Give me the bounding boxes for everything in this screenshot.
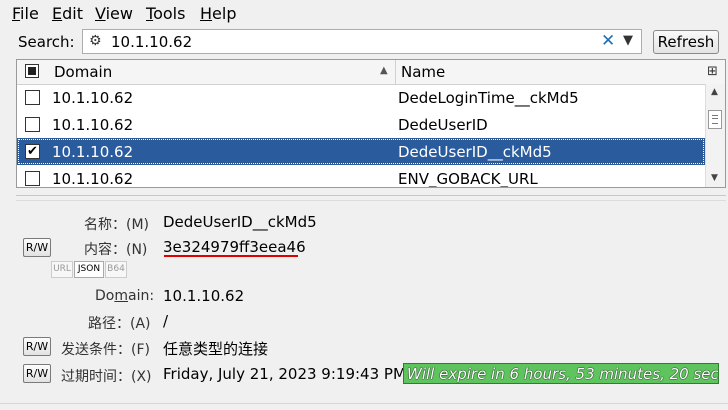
url-format-button[interactable]: URL	[51, 261, 73, 278]
search-box[interactable]: ⚙ ✕ ▼	[82, 29, 642, 54]
row-name: DedeLoginTime__ckMd5	[398, 89, 579, 107]
table-row[interactable]: 10.1.10.62 ENV_GOBACK_URL	[17, 165, 705, 188]
send-condition-value[interactable]: 任意类型的连接	[163, 338, 268, 359]
select-all-checkbox[interactable]	[25, 64, 39, 78]
domain-value[interactable]: 10.1.10.62	[163, 287, 244, 305]
table-header: Domain ▲ Name ⊞	[17, 60, 725, 85]
row-checkbox[interactable]	[25, 117, 40, 132]
row-domain: 10.1.10.62	[52, 89, 134, 107]
menu-edit[interactable]: Edit	[52, 4, 83, 23]
table-row-selected[interactable]: ✔ 10.1.10.62 DedeUserID__ckMd5	[17, 138, 705, 165]
vertical-scrollbar[interactable]: ▲ ▼	[705, 84, 725, 187]
sort-ascending-icon: ▲	[380, 65, 388, 76]
row-domain: 10.1.10.62	[52, 143, 134, 161]
expire-rw-button[interactable]: R/W	[23, 364, 51, 383]
domain-field-label: Domain:	[95, 288, 155, 304]
cookie-table: Domain ▲ Name ⊞ 10.1.10.62 DedeLoginTime…	[16, 59, 726, 188]
menu-tools[interactable]: Tools	[146, 4, 185, 23]
path-field-label: 路径：(A)	[88, 316, 151, 332]
row-domain: 10.1.10.62	[52, 116, 134, 134]
column-header-name[interactable]: Name	[401, 63, 445, 81]
column-header-domain[interactable]: Domain	[54, 63, 112, 81]
chevron-down-icon[interactable]: ▼	[623, 33, 633, 48]
menu-help[interactable]: Help	[200, 4, 236, 23]
expiry-status-badge: Will expire in 6 hours, 53 minutes, 20 s…	[403, 363, 719, 384]
menu-view[interactable]: View	[95, 4, 133, 23]
scroll-down-icon[interactable]: ▼	[711, 173, 718, 183]
json-format-button[interactable]: JSON	[74, 261, 104, 278]
row-name: ENV_GOBACK_URL	[398, 170, 538, 188]
search-input[interactable]	[111, 31, 571, 52]
path-value[interactable]: /	[163, 312, 168, 330]
row-name: DedeUserID	[398, 116, 488, 134]
red-underline-annotation	[164, 255, 298, 257]
menu-file[interactable]: File	[12, 4, 39, 23]
table-row[interactable]: 10.1.10.62 DedeLoginTime__ckMd5	[17, 84, 705, 111]
scroll-thumb[interactable]	[708, 110, 722, 129]
send-condition-rw-button[interactable]: R/W	[23, 337, 51, 356]
scroll-up-icon[interactable]: ▲	[711, 87, 718, 97]
row-domain: 10.1.10.62	[52, 170, 134, 188]
pane-splitter[interactable]	[16, 195, 726, 196]
row-checkbox-checked[interactable]: ✔	[25, 144, 40, 159]
row-checkbox[interactable]	[25, 90, 40, 105]
name-value[interactable]: DedeUserID__ckMd5	[163, 213, 317, 231]
content-rw-button[interactable]: R/W	[23, 238, 51, 257]
content-value[interactable]: 3e324979ff3eea46	[163, 238, 306, 256]
divider	[16, 200, 726, 201]
row-checkbox[interactable]	[25, 171, 40, 186]
b64-format-button[interactable]: B64	[105, 261, 127, 278]
row-name: DedeUserID__ckMd5	[398, 143, 552, 161]
refresh-button[interactable]: Refresh	[653, 30, 719, 54]
expire-label: 过期时间：(X)	[61, 369, 152, 385]
table-row[interactable]: 10.1.10.62 DedeUserID	[17, 111, 705, 138]
filter-options-icon[interactable]: ⚙	[89, 33, 102, 49]
menu-bar: File Edit View Tools Help	[0, 0, 728, 28]
column-divider[interactable]	[395, 60, 396, 84]
search-label: Search:	[18, 33, 75, 51]
clear-search-icon[interactable]: ✕	[601, 31, 615, 51]
send-condition-label: 发送条件：(F)	[61, 342, 150, 358]
expire-value[interactable]: Friday, July 21, 2023 9:19:43 PM	[163, 365, 406, 383]
name-field-label: 名称：(M)	[84, 217, 150, 233]
content-field-label: 内容：(N)	[84, 242, 148, 258]
column-picker-icon[interactable]: ⊞	[707, 64, 718, 79]
